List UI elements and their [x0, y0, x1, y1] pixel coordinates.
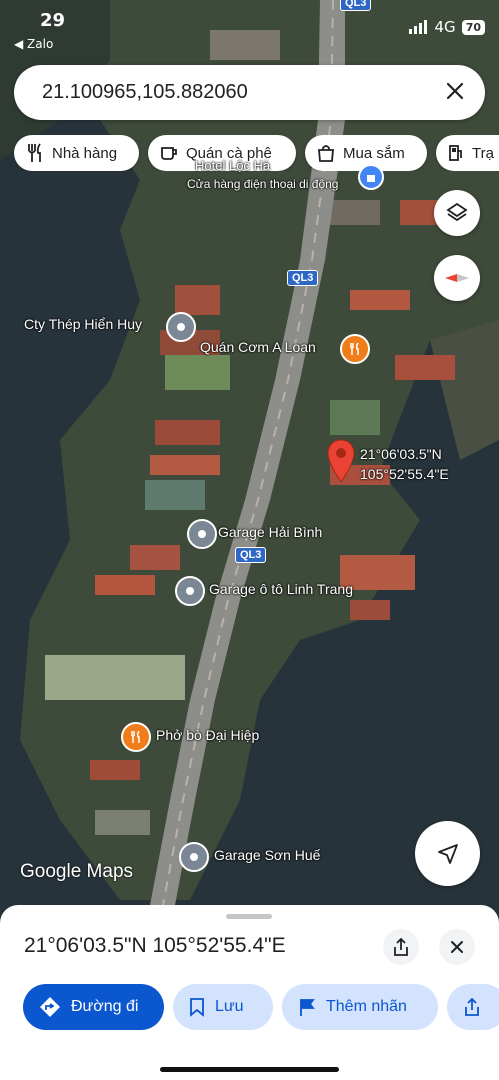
save-label: Lưu [215, 998, 244, 1015]
road-label: QL3 [340, 0, 372, 11]
status-bar: 29 ◀ Zalo 4G 70 [0, 0, 499, 51]
restaurant-marker[interactable] [121, 722, 151, 752]
status-indicators: 4G 70 [408, 18, 485, 36]
close-sheet-button[interactable] [439, 929, 475, 965]
place-icon [190, 853, 198, 861]
place-icon [177, 323, 185, 331]
save-button[interactable]: Lưu [173, 984, 273, 1030]
share-button[interactable] [383, 929, 419, 965]
gas-station-icon [449, 145, 462, 161]
pin-lat-label: 21°06'03.5"N [360, 446, 442, 462]
place-label[interactable]: Garage Hải Bình [218, 524, 322, 540]
close-icon [451, 941, 463, 953]
shopping-icon [318, 145, 334, 162]
place-label[interactable]: Garage Sơn Huế [214, 847, 320, 863]
dropped-pin-icon[interactable] [326, 438, 356, 484]
place-label[interactable]: Quán Cơm A Loan [200, 339, 316, 355]
place-icon [198, 530, 206, 538]
flag-icon [300, 999, 315, 1016]
place-label[interactable]: Hotel Lộc Hà [195, 158, 270, 173]
location-arrow-icon [437, 843, 458, 864]
status-time: 29 [40, 10, 66, 31]
signal-icon [408, 20, 427, 34]
layers-icon [446, 202, 468, 222]
battery-icon: 70 [461, 19, 485, 35]
directions-icon [40, 997, 60, 1017]
road-label: QL3 [235, 547, 267, 563]
restaurant-icon [131, 730, 140, 743]
restaurant-icon [350, 342, 359, 355]
share-icon [465, 997, 479, 1016]
place-bottom-sheet: 21°06'03.5"N 105°52'55.4"E Đường đi Lưu … [0, 905, 499, 1080]
search-input[interactable]: 21.100965,105.882060 [42, 81, 248, 104]
place-marker[interactable] [179, 842, 209, 872]
chip-label: Trạ [472, 144, 494, 162]
bookmark-icon [190, 998, 204, 1017]
place-label[interactable]: Cty Thép Hiển Huy [24, 316, 142, 332]
add-label-button[interactable]: Thêm nhãn [282, 984, 438, 1030]
chip-restaurants[interactable]: Nhà hàng [14, 135, 139, 171]
place-label[interactable]: Phở bò Đại Hiệp [156, 727, 259, 743]
back-to-app-link[interactable]: ◀ Zalo [14, 37, 53, 51]
home-indicator [160, 1067, 339, 1072]
restaurant-marker[interactable] [340, 334, 370, 364]
place-title: 21°06'03.5"N 105°52'55.4"E [24, 934, 286, 957]
place-marker[interactable] [166, 312, 196, 342]
google-maps-logo: Google Maps [20, 861, 134, 882]
my-location-button[interactable] [415, 821, 480, 886]
compass-button[interactable] [434, 255, 480, 301]
restaurant-icon [28, 143, 41, 162]
compass-icon [445, 274, 469, 282]
close-icon[interactable] [443, 79, 467, 103]
search-bar[interactable]: 21.100965,105.882060 [14, 65, 485, 120]
chip-label: Mua sắm [343, 144, 405, 162]
layers-button[interactable] [434, 190, 480, 236]
network-type: 4G [434, 18, 456, 36]
place-icon [186, 587, 194, 595]
chip-gas[interactable]: Trạ [436, 135, 499, 171]
drag-handle[interactable] [226, 914, 272, 919]
directions-button[interactable]: Đường đi [23, 984, 164, 1030]
road-label: QL3 [287, 270, 319, 286]
shopping-icon [367, 175, 375, 182]
pin-lng-label: 105°52'55.4"E [360, 466, 449, 482]
share-icon [394, 937, 408, 956]
coffee-icon [161, 147, 177, 160]
add-label-label: Thêm nhãn [326, 998, 407, 1015]
place-marker[interactable] [187, 519, 217, 549]
directions-label: Đường đi [71, 998, 139, 1015]
shopping-marker[interactable] [358, 164, 384, 190]
place-label[interactable]: Cửa hàng điện thoại di động [187, 177, 338, 191]
place-marker[interactable] [175, 576, 205, 606]
share-action-button[interactable] [447, 984, 499, 1030]
place-label[interactable]: Garage ô tô Linh Trang [209, 581, 353, 597]
chip-label: Nhà hàng [52, 144, 118, 162]
